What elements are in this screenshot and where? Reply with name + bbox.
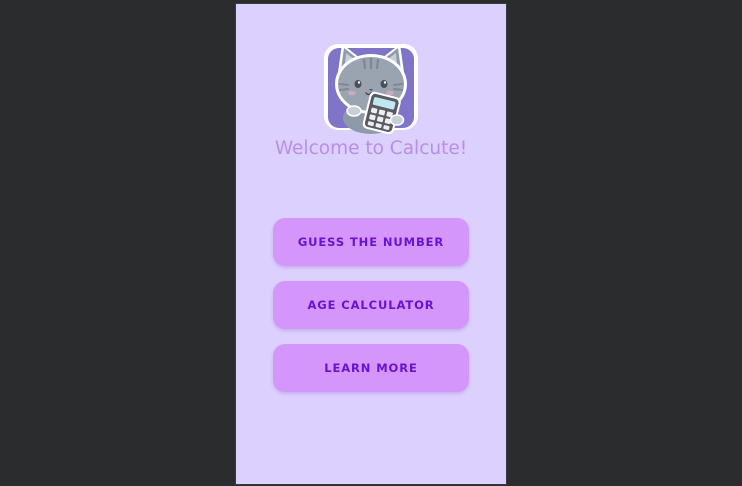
learn-more-button[interactable]: LEARN MORE: [273, 344, 469, 392]
age-calculator-button[interactable]: AGE CALCULATOR: [273, 281, 469, 329]
desktop-background: Welcome to Calcute! GUESS THE NUMBER AGE…: [0, 0, 742, 486]
welcome-title: Welcome to Calcute!: [274, 138, 468, 159]
cat-calculator-logo-icon: [324, 44, 418, 135]
app-screen: Welcome to Calcute! GUESS THE NUMBER AGE…: [236, 4, 506, 484]
guess-the-number-button[interactable]: GUESS THE NUMBER: [273, 218, 469, 266]
